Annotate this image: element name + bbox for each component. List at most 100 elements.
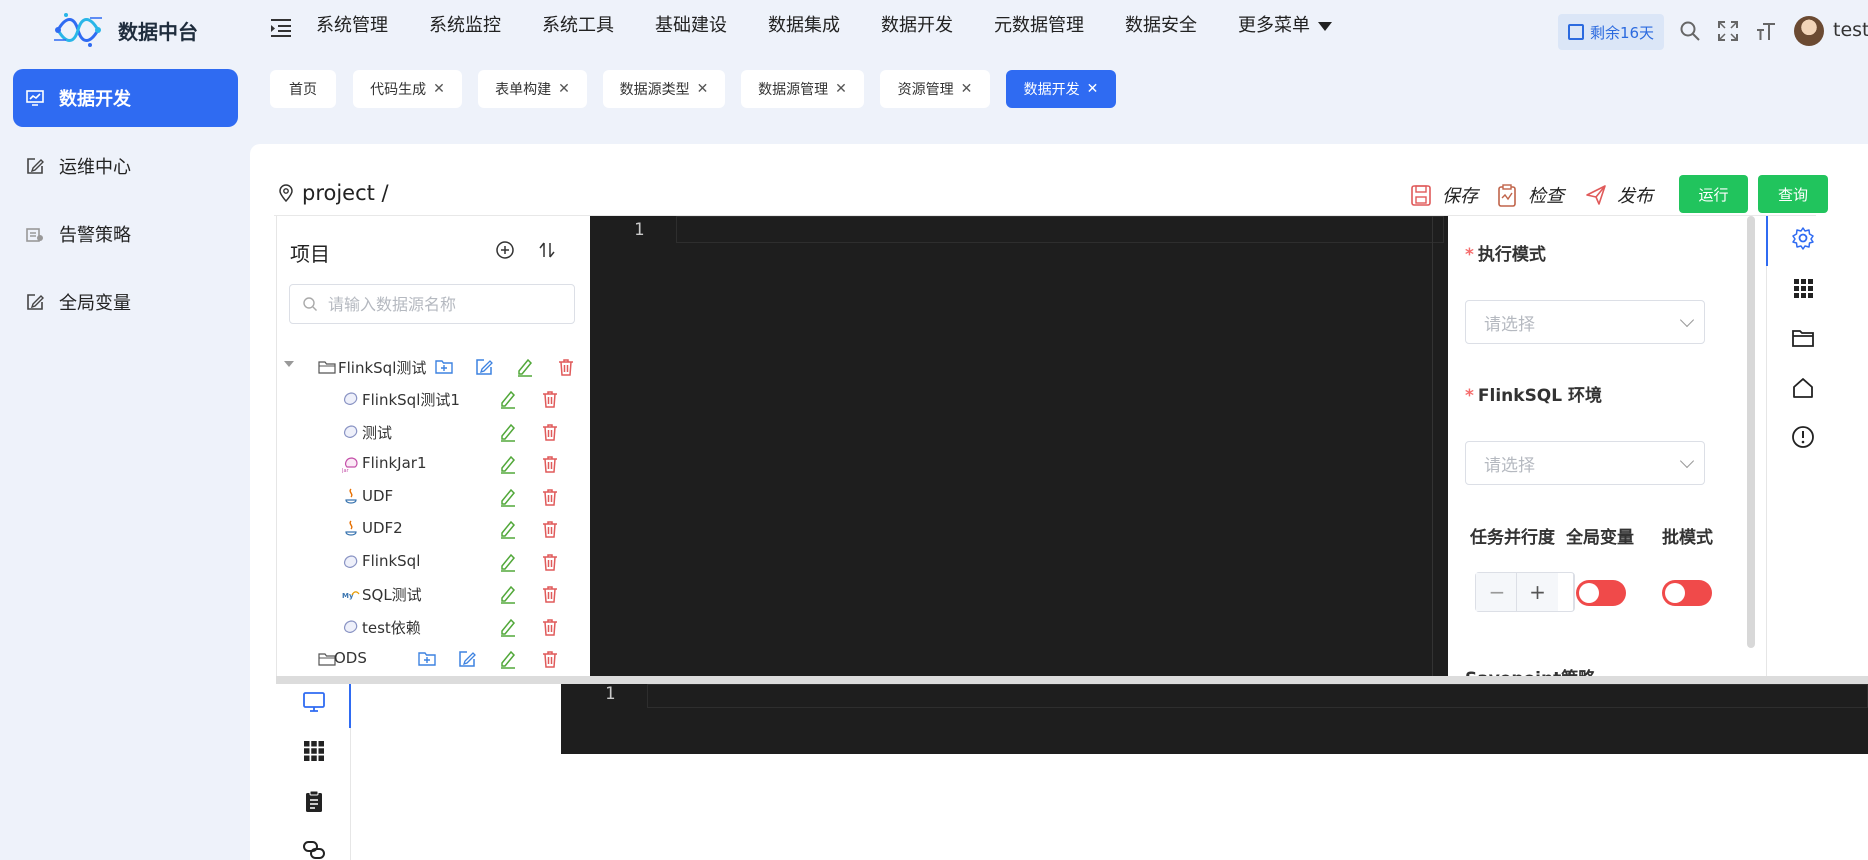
console-monitor-icon[interactable] [302, 690, 326, 714]
sort-icon[interactable] [537, 240, 557, 260]
delete-icon[interactable] [540, 649, 560, 669]
tree-node-row[interactable]: FlinkSql测试1 [276, 384, 588, 414]
close-icon[interactable]: ✕ [835, 81, 847, 97]
console-editor[interactable]: 1 [561, 684, 1868, 754]
folder-icon[interactable] [1791, 326, 1815, 350]
send-icon [1586, 185, 1606, 205]
grid-icon[interactable] [1791, 276, 1815, 300]
publish-button[interactable]: 发布 [1585, 182, 1653, 208]
nav-data-development[interactable]: 数据开发 [881, 14, 953, 38]
panel-splitter[interactable] [276, 676, 1868, 684]
delete-icon[interactable] [540, 487, 560, 507]
folder-add-icon[interactable] [434, 357, 454, 377]
tab-datasource-type[interactable]: 数据源类型 ✕ [603, 70, 725, 108]
rename-icon[interactable] [515, 357, 535, 377]
user-avatar[interactable] [1794, 16, 1824, 46]
tree-folder-row[interactable]: ODS [276, 644, 588, 674]
fullscreen-icon[interactable] [1717, 20, 1739, 42]
query-button[interactable]: 查询 [1758, 175, 1828, 213]
close-icon[interactable]: ✕ [1087, 81, 1099, 97]
nav-infrastructure[interactable]: 基础建设 [655, 14, 727, 38]
info-circle-icon[interactable] [1791, 425, 1815, 449]
tab-code-generation[interactable]: 代码生成 ✕ [353, 70, 462, 108]
rename-icon[interactable] [498, 519, 518, 539]
batch-mode-toggle[interactable] [1662, 580, 1712, 606]
delete-icon[interactable] [540, 584, 560, 604]
tree-folder-row[interactable]: FlinkSql测试 [276, 352, 588, 382]
flinksql-env-select[interactable]: 请选择 [1465, 441, 1705, 485]
tab-form-builder[interactable]: 表单构建 ✕ [478, 70, 587, 108]
edit-icon[interactable] [457, 649, 477, 669]
app-logo[interactable]: 数据中台 [52, 10, 198, 50]
delete-icon[interactable] [540, 389, 560, 409]
tree-node-row[interactable]: UDF2 [276, 514, 588, 544]
tree-search-field[interactable] [289, 284, 575, 324]
increment-button[interactable]: + [1516, 573, 1558, 611]
settings-gear-icon[interactable] [1791, 226, 1815, 250]
tree-node-row[interactable]: 测试 [276, 417, 588, 447]
rename-icon[interactable] [498, 422, 518, 442]
sidebar-item-ops-center[interactable]: 运维中心 [13, 137, 238, 195]
tree-node-row[interactable]: Jar FlinkJar1 [276, 449, 588, 479]
caret-down-icon [1318, 21, 1332, 31]
exec-mode-select[interactable]: 请选择 [1465, 300, 1705, 344]
tree-node-row[interactable]: FlinkSql [276, 547, 588, 577]
tree-node-row[interactable]: My SQL测试 [276, 579, 588, 609]
sidebar-item-data-development[interactable]: 数据开发 [13, 69, 238, 127]
home-icon[interactable] [1791, 376, 1815, 400]
nav-system-tools[interactable]: 系统工具 [542, 14, 614, 38]
code-editor[interactable]: 1 [590, 216, 1448, 676]
tab-home[interactable]: 首页 [270, 70, 336, 108]
close-icon[interactable]: ✕ [433, 81, 445, 97]
rename-icon[interactable] [498, 454, 518, 474]
clipboard-icon[interactable] [302, 789, 326, 813]
close-icon[interactable]: ✕ [558, 81, 570, 97]
config-scrollbar[interactable] [1747, 216, 1755, 648]
nav-more-menu[interactable]: 更多菜单 [1238, 14, 1332, 38]
rename-icon[interactable] [498, 487, 518, 507]
sidebar-item-global-variables[interactable]: 全局变量 [13, 273, 238, 331]
tree-node-row[interactable]: UDF [276, 482, 588, 512]
table-grid-icon[interactable] [302, 739, 326, 763]
edit-icon[interactable] [474, 357, 494, 377]
add-circle-icon[interactable] [495, 240, 515, 260]
tree-node-row[interactable]: test依赖 [276, 612, 588, 642]
nav-metadata-management[interactable]: 元数据管理 [994, 14, 1084, 38]
caret-down-icon[interactable] [284, 361, 294, 367]
nav-data-integration[interactable]: 数据集成 [768, 14, 840, 38]
close-icon[interactable]: ✕ [697, 81, 709, 97]
rename-icon[interactable] [498, 617, 518, 637]
username[interactable]: test [1833, 19, 1868, 41]
trial-remaining-badge[interactable]: 剩余16天 [1558, 14, 1664, 50]
tab-datasource-management[interactable]: 数据源管理 ✕ [741, 70, 864, 108]
save-button[interactable]: 保存 [1410, 182, 1478, 208]
menu-collapse-icon[interactable] [270, 18, 292, 38]
delete-icon[interactable] [540, 519, 560, 539]
decrement-button[interactable]: − [1476, 573, 1518, 611]
link-icon[interactable] [302, 838, 326, 860]
tree-search-input[interactable] [328, 294, 568, 314]
rename-icon[interactable] [498, 552, 518, 572]
delete-icon[interactable] [540, 454, 560, 474]
delete-icon[interactable] [556, 357, 576, 377]
rename-icon[interactable] [498, 389, 518, 409]
close-icon[interactable]: ✕ [961, 81, 973, 97]
folder-add-icon[interactable] [417, 649, 437, 669]
rename-icon[interactable] [498, 584, 518, 604]
nav-system-monitor[interactable]: 系统监控 [429, 14, 501, 38]
rename-icon[interactable] [498, 649, 518, 669]
delete-icon[interactable] [540, 617, 560, 637]
delete-icon[interactable] [540, 422, 560, 442]
nav-data-security[interactable]: 数据安全 [1125, 14, 1197, 38]
nav-system-management[interactable]: 系统管理 [316, 14, 388, 38]
tab-resource-management[interactable]: 资源管理 ✕ [880, 70, 990, 108]
sidebar-item-alert-policy[interactable]: 告警策略 [13, 205, 238, 263]
run-button[interactable]: 运行 [1679, 175, 1748, 213]
font-size-icon[interactable] [1755, 20, 1777, 42]
top-header: 数据中台 系统管理 系统监控 系统工具 基础建设 数据集成 数据开发 元数据管理… [0, 0, 1868, 56]
search-icon[interactable] [1679, 20, 1701, 42]
check-button[interactable]: 检查 [1496, 182, 1564, 208]
delete-icon[interactable] [540, 552, 560, 572]
tab-data-development[interactable]: 数据开发 ✕ [1006, 70, 1116, 108]
global-variable-toggle[interactable] [1576, 580, 1626, 606]
